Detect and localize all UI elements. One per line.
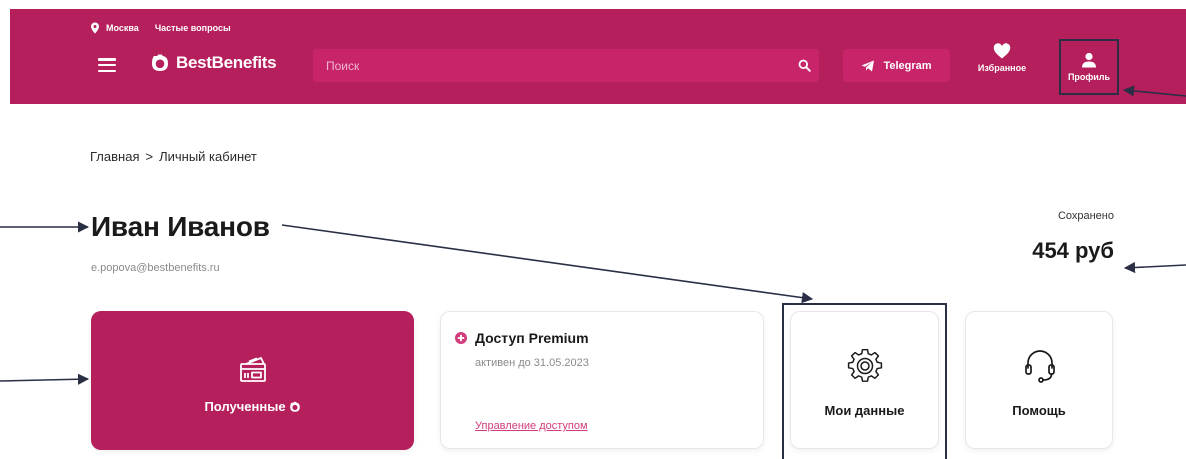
telegram-button[interactable]: Telegram [843, 49, 950, 82]
search-input[interactable] [313, 49, 789, 82]
header-topline: Москва Частые вопросы [90, 22, 231, 34]
telegram-icon [861, 60, 875, 71]
breadcrumb-current: Личный кабинет [159, 149, 257, 164]
received-card[interactable]: Полученные [91, 311, 414, 450]
premium-title: Доступ Premium [475, 330, 589, 346]
gear-icon [847, 348, 883, 382]
arrow-name-to-my-data [281, 224, 814, 304]
help-card[interactable]: Помощь [965, 311, 1113, 449]
saved-amount: 454 руб [1032, 238, 1114, 263]
breadcrumb-separator: > [145, 149, 154, 164]
arrow-to-saved-amount [1123, 261, 1186, 274]
search-bar [313, 49, 819, 82]
location-pin-icon [91, 22, 99, 34]
my-data-label: Мои данные [824, 403, 905, 418]
menu-burger-icon[interactable] [98, 58, 116, 72]
premium-card: Доступ Premium активен до 31.05.2023 Упр… [440, 311, 764, 449]
user-icon [1082, 52, 1096, 68]
logo-text: BestBenefits [176, 53, 277, 72]
headset-icon [1025, 350, 1055, 383]
logo[interactable]: BestBenefits [150, 53, 277, 73]
user-email: e.popova@bestbenefits.ru [91, 262, 220, 274]
premium-status: активен до 31.05.2023 [475, 357, 589, 369]
help-label: Помощь [1012, 403, 1066, 418]
favorites-button[interactable]: Избранное [970, 43, 1034, 73]
profile-label: Профиль [1067, 72, 1111, 82]
plus-circle-icon [455, 332, 467, 344]
manage-access-link[interactable]: Управление доступом [475, 420, 588, 432]
heart-icon [993, 43, 1011, 59]
user-name: Иван Иванов [91, 211, 270, 242]
logo-icon [152, 54, 168, 71]
search-icon[interactable] [789, 49, 819, 82]
telegram-label: Telegram [883, 59, 932, 72]
arrow-to-received-card [0, 373, 90, 385]
received-label: Полученные [204, 399, 286, 414]
faq-link[interactable]: Частые вопросы [155, 23, 231, 33]
ticket-icon [240, 357, 266, 382]
breadcrumb-home[interactable]: Главная [90, 149, 139, 164]
profile-button[interactable]: Профиль [1059, 39, 1119, 95]
received-label-row: Полученные [91, 399, 414, 414]
breadcrumb: Главная > Личный кабинет [90, 149, 257, 164]
my-data-card[interactable]: Мои данные [790, 311, 939, 449]
logo-small-icon [289, 401, 300, 412]
top-header: Москва Частые вопросы BestBenefits Teleg… [10, 9, 1186, 104]
favorites-label: Избранное [977, 63, 1027, 73]
city-link[interactable]: Москва [106, 23, 139, 33]
saved-label: Сохранено [1057, 210, 1114, 222]
